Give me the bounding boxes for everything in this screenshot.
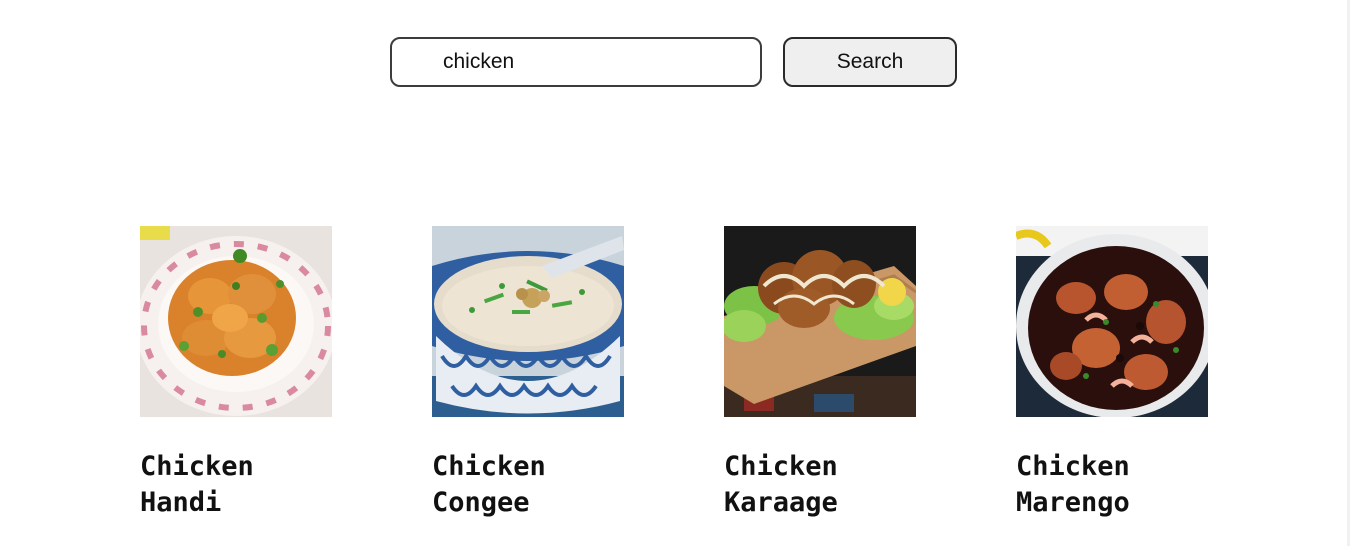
page: Search <box>0 0 1350 546</box>
recipe-card[interactable]: Chicken Handi <box>140 226 332 521</box>
recipe-title[interactable]: Chicken Marengo <box>1016 449 1166 521</box>
search-input[interactable] <box>390 37 762 87</box>
search-button[interactable]: Search <box>783 37 957 87</box>
recipe-image[interactable] <box>432 226 624 417</box>
chicken-marengo-photo <box>1016 226 1208 417</box>
chicken-handi-photo <box>140 226 332 417</box>
recipe-card[interactable]: Chicken Congee <box>432 226 624 521</box>
recipe-image[interactable] <box>140 226 332 417</box>
chicken-congee-photo <box>432 226 624 417</box>
recipe-card[interactable]: Chicken Marengo <box>1016 226 1208 521</box>
recipe-image[interactable] <box>1016 226 1208 417</box>
recipe-title[interactable]: Chicken Handi <box>140 449 290 521</box>
recipe-card[interactable]: Chicken Karaage <box>724 226 916 521</box>
results-grid: Chicken Handi Chicken Congee Chicken Kar… <box>140 226 1208 521</box>
chicken-karaage-photo <box>724 226 916 417</box>
search-bar: Search <box>390 37 957 87</box>
recipe-title[interactable]: Chicken Karaage <box>724 449 874 521</box>
recipe-title[interactable]: Chicken Congee <box>432 449 582 521</box>
recipe-image[interactable] <box>724 226 916 417</box>
